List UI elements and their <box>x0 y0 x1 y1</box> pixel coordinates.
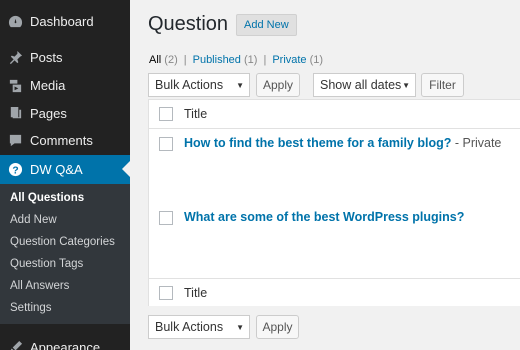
filter-separator: | <box>263 54 267 66</box>
dashboard-icon <box>0 14 30 29</box>
filter-button[interactable]: Filter <box>421 73 464 97</box>
sidebar-item-comments[interactable]: Comments <box>0 126 130 154</box>
sidebar-item-label: Media <box>30 77 66 93</box>
sidebar-item-label: Pages <box>30 105 67 121</box>
submenu-question-tags[interactable]: Question Tags <box>10 258 83 270</box>
column-title-header[interactable]: Title <box>184 107 207 121</box>
question-icon: ? <box>0 162 30 177</box>
table-header-row: Title <box>149 100 520 128</box>
add-new-button[interactable]: Add New <box>236 14 297 36</box>
table-footer-row: Title <box>149 279 520 307</box>
bulk-actions-value: Bulk Actions <box>155 78 224 92</box>
filter-private[interactable]: Private <box>272 54 306 66</box>
filter-published[interactable]: Published <box>193 54 241 66</box>
submenu-all-answers[interactable]: All Answers <box>10 280 69 292</box>
chevron-down-icon: ▼ <box>236 323 244 332</box>
page-title: Question <box>148 13 229 35</box>
sidebar-item-label: Dashboard <box>30 13 94 29</box>
bulk-actions-value: Bulk Actions <box>155 320 224 334</box>
question-state: - Private <box>451 136 502 150</box>
sidebar-item-label: Appearance <box>30 339 101 350</box>
sidebar-item-label: DW Q&A <box>30 162 83 177</box>
select-all-checkbox[interactable] <box>159 107 173 121</box>
submenu-all-questions[interactable]: All Questions <box>10 192 84 204</box>
comments-icon <box>0 133 30 148</box>
pin-icon <box>0 50 30 65</box>
column-title-footer[interactable]: Title <box>184 286 207 300</box>
sidebar-item-label: Posts <box>30 49 63 65</box>
filter-private-count: (1) <box>309 54 324 66</box>
submenu-add-new[interactable]: Add New <box>10 214 57 226</box>
admin-sidebar: Dashboard Posts Media Pages Comments ? D… <box>0 0 130 350</box>
question-title-link[interactable]: What are some of the best WordPress plug… <box>184 210 464 224</box>
row-checkbox[interactable] <box>159 137 173 151</box>
filter-published-count: (1) <box>244 54 258 66</box>
bulk-actions-select-bottom[interactable]: Bulk Actions ▼ <box>148 315 250 339</box>
filter-separator: | <box>183 54 187 66</box>
appearance-icon <box>0 340 30 350</box>
question-title-link[interactable]: How to find the best theme for a family … <box>184 136 501 150</box>
row-divider <box>149 128 520 129</box>
dwqa-submenu: All Questions Add New Question Categorie… <box>0 184 130 324</box>
sidebar-item-posts[interactable]: Posts <box>0 43 130 71</box>
apply-button[interactable]: Apply <box>256 73 300 97</box>
active-arrow <box>122 161 130 177</box>
filter-all[interactable]: All <box>149 54 161 66</box>
chevron-down-icon: ▼ <box>402 81 410 90</box>
filter-all-count: (2) <box>164 54 178 66</box>
pages-icon <box>0 106 30 121</box>
sidebar-item-dashboard[interactable]: Dashboard <box>0 7 130 35</box>
questions-table: Title How to find the best theme for a f… <box>148 99 520 306</box>
row-checkbox[interactable] <box>159 211 173 225</box>
status-filters: All (2) | Published (1) | Private (1) <box>149 54 323 66</box>
select-all-checkbox[interactable] <box>159 286 173 300</box>
submenu-question-categories[interactable]: Question Categories <box>10 236 115 248</box>
sidebar-item-label: Comments <box>30 132 93 148</box>
svg-text:?: ? <box>12 165 18 176</box>
media-icon <box>0 78 30 93</box>
sidebar-item-dwqa[interactable]: ? DW Q&A <box>0 155 130 184</box>
submenu-settings[interactable]: Settings <box>10 302 52 314</box>
chevron-down-icon: ▼ <box>236 81 244 90</box>
sidebar-item-pages[interactable]: Pages <box>0 99 130 127</box>
sidebar-item-appearance[interactable]: Appearance <box>0 333 130 350</box>
date-filter-value: Show all dates <box>320 78 402 92</box>
bulk-actions-select[interactable]: Bulk Actions ▼ <box>148 73 250 97</box>
sidebar-item-media[interactable]: Media <box>0 71 130 99</box>
date-filter-select[interactable]: Show all dates ▼ <box>313 73 416 97</box>
apply-button-bottom[interactable]: Apply <box>256 315 299 339</box>
